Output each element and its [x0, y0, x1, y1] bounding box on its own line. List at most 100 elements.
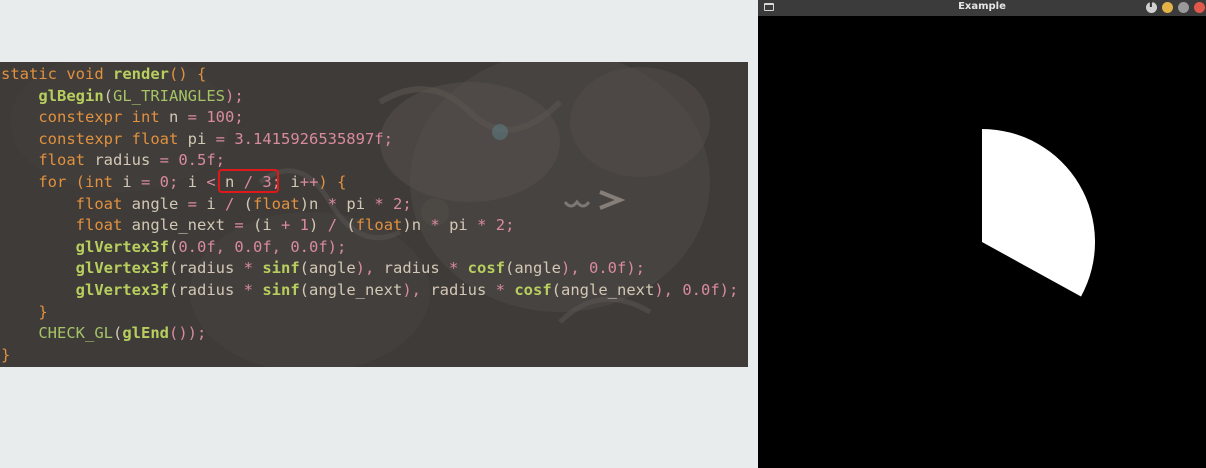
code-token: }	[1, 345, 11, 364]
code-token: i	[262, 216, 281, 235]
code-token: =	[187, 194, 207, 213]
code-token: 100	[206, 108, 235, 127]
code-line: static void render() {	[1, 64, 738, 86]
code-token: (	[252, 216, 263, 235]
code-token: ());	[169, 324, 207, 343]
code-token: constexpr	[38, 129, 132, 148]
code-token: n	[168, 108, 188, 127]
code-token: radius	[383, 259, 449, 278]
minimize-icon[interactable]	[1162, 2, 1173, 13]
code-line: glVertex3f(0.0f, 0.0f, 0.0f);	[1, 237, 738, 259]
window-titlebar[interactable]: Example	[758, 0, 1206, 16]
code-token: float	[131, 129, 188, 148]
code-token: );	[626, 259, 646, 278]
code-token: i	[122, 172, 141, 191]
code-token: (	[299, 259, 309, 278]
example-window: Example	[758, 0, 1206, 468]
code-block: static void render() { glBegin(GL_TRIANG…	[1, 64, 738, 366]
code-line: glVertex3f(radius * sinf(angle_next), ra…	[1, 280, 739, 302]
code-token: i	[187, 172, 207, 191]
code-token: float	[75, 194, 132, 213]
code-line: CHECK_GL(glEnd());	[1, 323, 738, 345]
code-token: =	[215, 129, 235, 148]
code-token: i	[290, 172, 300, 191]
code-token: n	[411, 216, 431, 235]
maximize-icon[interactable]	[1178, 2, 1189, 13]
code-token: =	[187, 108, 207, 127]
code-token: radius	[94, 151, 160, 170]
code-token: int	[131, 108, 169, 127]
code-token: ;	[169, 172, 188, 191]
code-token: *	[495, 280, 515, 299]
code-line: constexpr float pi = 3.1415926535897f;	[1, 129, 738, 151]
code-line: for (int i = 0; i < n / 3; i++) {	[1, 172, 738, 194]
code-token: sinf	[262, 259, 300, 278]
code-line: }	[1, 345, 738, 367]
code-token: (	[168, 259, 179, 278]
code-token: constexpr	[38, 108, 132, 127]
code-token: pi	[346, 194, 375, 213]
highlight-box	[218, 169, 279, 193]
code-token: +	[281, 216, 300, 235]
code-token: (	[112, 324, 123, 343]
code-token: CHECK_GL	[38, 324, 113, 343]
code-token: ),	[355, 259, 384, 278]
code-token: static	[1, 65, 67, 83]
code-token: angle_next	[561, 280, 655, 299]
code-token: /	[327, 216, 347, 235]
code-token: sinf	[262, 280, 300, 299]
code-token: (	[299, 280, 309, 299]
code-token: (	[243, 194, 254, 213]
code-token: 1	[299, 216, 310, 235]
code-token: angle	[309, 259, 356, 278]
code-line: float angle_next = (i + 1) / (float)n * …	[1, 215, 738, 237]
code-token: ),	[402, 280, 431, 299]
code-token: float	[75, 216, 132, 235]
code-token: radius	[178, 280, 244, 299]
code-token: }	[1, 302, 48, 321]
code-token: (	[103, 86, 113, 105]
code-token: cosf	[514, 280, 552, 299]
code-token: *	[327, 194, 347, 213]
code-token: ;	[383, 129, 393, 148]
code-token: float	[253, 194, 300, 213]
code-token: GL_TRIANGLES	[113, 86, 225, 105]
code-token: for	[38, 172, 76, 191]
window-title: Example	[958, 1, 1006, 12]
code-token: 0.0f	[290, 237, 328, 256]
code-token: ;	[505, 216, 515, 235]
code-token: render	[113, 65, 169, 83]
gl-canvas[interactable]	[758, 16, 1206, 468]
code-token: 3.1415926535897f	[234, 129, 384, 148]
code-token: )	[309, 216, 328, 235]
code-token: glEnd	[122, 324, 169, 343]
code-token: 0.0f	[178, 237, 216, 256]
code-token: glVertex3f	[75, 237, 169, 256]
code-token: float	[38, 151, 95, 170]
code-token: (	[346, 216, 356, 235]
code-token: (	[168, 280, 179, 299]
code-token: ;	[402, 194, 412, 213]
code-token: radius	[178, 259, 244, 278]
code-token: (	[551, 280, 561, 299]
close-icon[interactable]	[1194, 2, 1205, 13]
code-token: )	[299, 194, 310, 213]
code-token: *	[243, 280, 263, 299]
code-token: *	[374, 194, 394, 213]
code-token: 0.0f	[682, 280, 720, 299]
code-token: =	[159, 151, 179, 170]
code-token: ),	[561, 259, 590, 278]
code-token: glVertex3f	[75, 280, 169, 299]
up-icon[interactable]	[1146, 0, 1157, 13]
code-token: ) {	[318, 172, 347, 191]
code-token: )	[402, 216, 412, 235]
code-line: constexpr int n = 100;	[1, 107, 738, 129]
code-token: ,	[215, 237, 235, 256]
